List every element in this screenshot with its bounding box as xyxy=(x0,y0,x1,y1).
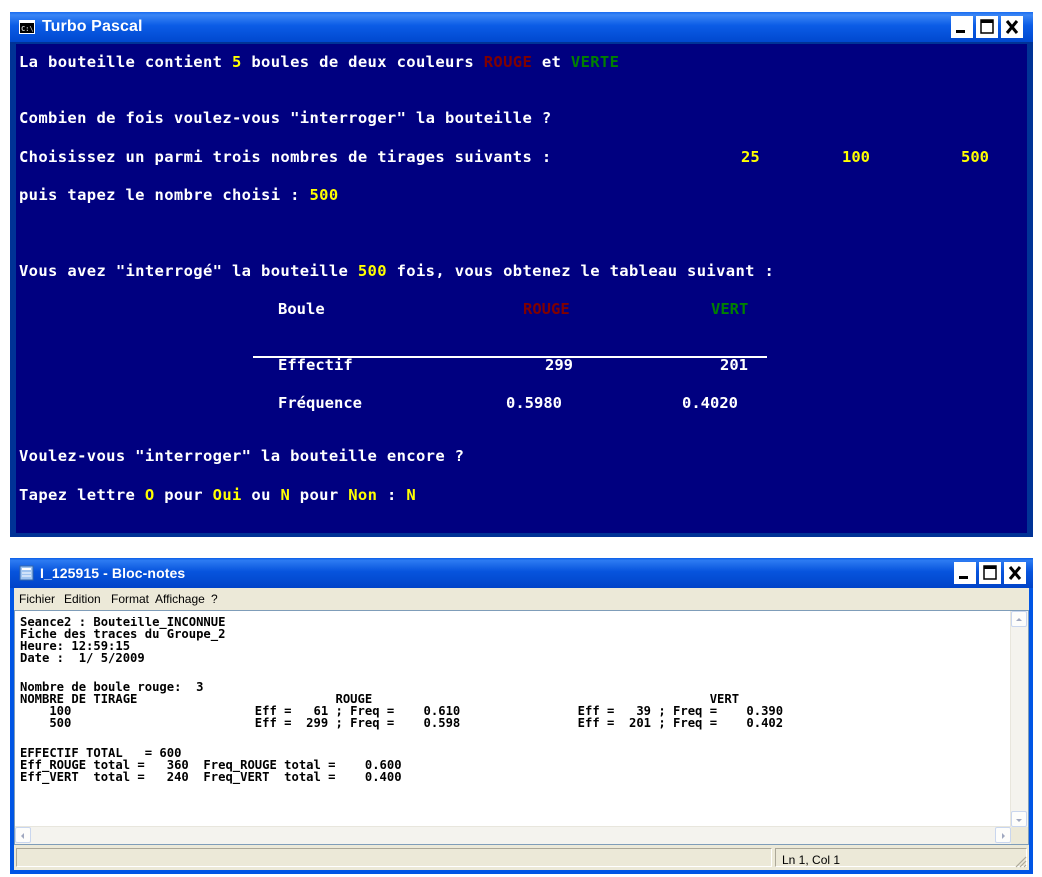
window-title: Turbo Pascal xyxy=(42,18,143,35)
table-row-frequence-rouge: 0.5980 xyxy=(506,394,562,412)
minimize-button[interactable] xyxy=(951,16,973,38)
console-line-question: Combien de fois voulez-vous "interroger"… xyxy=(19,109,552,127)
console-line-again: Voulez-vous "interroger" la bouteille en… xyxy=(19,447,465,465)
close-icon xyxy=(1008,566,1022,580)
arrow-left-icon xyxy=(21,833,24,839)
table-row-effectif-rouge: 299 xyxy=(545,356,573,374)
resize-grip-icon[interactable] xyxy=(1014,855,1027,868)
notepad-text[interactable]: Seance2 : Bouteille_INCONNUE Fiche des t… xyxy=(18,617,1008,826)
maximize-icon xyxy=(980,19,994,34)
text-line: Date : 1/ 5/2009 xyxy=(20,651,145,665)
window-title: I_125915 - Bloc-notes xyxy=(40,565,186,581)
choice-25: 25 xyxy=(741,148,760,166)
scrollbar-corner xyxy=(1011,827,1028,844)
console-line-intro: La bouteille contient 5 boules de deux c… xyxy=(19,53,620,71)
close-icon xyxy=(1005,20,1019,34)
status-pane-position: Ln 1, Col 1 xyxy=(775,848,1027,867)
notepad-editor[interactable]: Seance2 : Bouteille_INCONNUE Fiche des t… xyxy=(14,610,1029,845)
scroll-up-button[interactable] xyxy=(1011,611,1027,627)
minimize-button[interactable] xyxy=(954,562,976,584)
text-line: 500 Eff = 299 ; Freq = 0.598 Eff = 201 ;… xyxy=(20,716,784,730)
status-bar: Ln 1, Col 1 xyxy=(14,845,1029,870)
close-button[interactable] xyxy=(1004,562,1026,584)
notepad-icon xyxy=(19,565,34,581)
console-line-prompt: Tapez lettre O pour Oui ou N pour Non : … xyxy=(19,486,416,504)
menu-help[interactable]: ? xyxy=(211,592,218,606)
turbo-pascal-titlebar[interactable]: C:\ Turbo Pascal xyxy=(10,12,1033,42)
status-pane-main xyxy=(16,848,772,867)
console-line-choices: Choisissez un parmi trois nombres de tir… xyxy=(19,148,562,166)
maximize-icon xyxy=(983,565,997,580)
console-output[interactable]: La bouteille contient 5 boules de deux c… xyxy=(16,44,1027,533)
scroll-left-button[interactable] xyxy=(15,827,31,843)
menu-affichage[interactable]: Affichage xyxy=(155,592,205,606)
menu-edition[interactable]: Edition xyxy=(64,592,101,606)
choice-500: 500 xyxy=(961,148,989,166)
scroll-down-button[interactable] xyxy=(1011,811,1027,827)
choice-100: 100 xyxy=(842,148,870,166)
horizontal-scrollbar[interactable] xyxy=(15,826,1011,844)
svg-text:C:\: C:\ xyxy=(21,25,34,33)
table-row-frequence-vert: 0.4020 xyxy=(682,394,738,412)
table-header-vert: VERT xyxy=(711,300,749,318)
text-line: Eff_VERT total = 240 Freq_VERT total = 0… xyxy=(20,770,402,784)
console-icon: C:\ xyxy=(19,20,35,34)
minimize-icon xyxy=(959,576,968,579)
minimize-icon xyxy=(956,30,965,33)
notepad-titlebar[interactable]: I_125915 - Bloc-notes xyxy=(10,558,1033,588)
menu-fichier[interactable]: Fichier xyxy=(19,592,55,606)
console-line-result: Vous avez "interrogé" la bouteille 500 f… xyxy=(19,262,775,280)
scroll-right-button[interactable] xyxy=(995,827,1011,843)
arrow-down-icon xyxy=(1016,819,1022,822)
arrow-right-icon xyxy=(1002,833,1005,839)
turbo-pascal-window: C:\ Turbo Pascal La bouteille contient 5… xyxy=(10,12,1033,537)
table-row-effectif-vert: 201 xyxy=(720,356,748,374)
notepad-window: I_125915 - Bloc-notes Fichier Edition Fo… xyxy=(10,558,1033,874)
table-header-rouge: ROUGE xyxy=(523,300,570,318)
maximize-button[interactable] xyxy=(976,16,998,38)
vertical-scrollbar[interactable] xyxy=(1010,611,1028,827)
table-row-effectif-label: Effectif xyxy=(278,356,353,374)
arrow-up-icon xyxy=(1016,618,1022,621)
menu-bar: Fichier Edition Format Affichage ? xyxy=(14,588,1029,610)
maximize-button[interactable] xyxy=(979,562,1001,584)
cursor-position: Ln 1, Col 1 xyxy=(782,853,841,867)
console-line-input: puis tapez le nombre choisi : 500 xyxy=(19,186,339,204)
menu-format[interactable]: Format xyxy=(111,592,149,606)
close-button[interactable] xyxy=(1001,16,1023,38)
table-row-frequence-label: Fréquence xyxy=(278,394,362,412)
table-header-boule: Boule xyxy=(278,300,325,318)
